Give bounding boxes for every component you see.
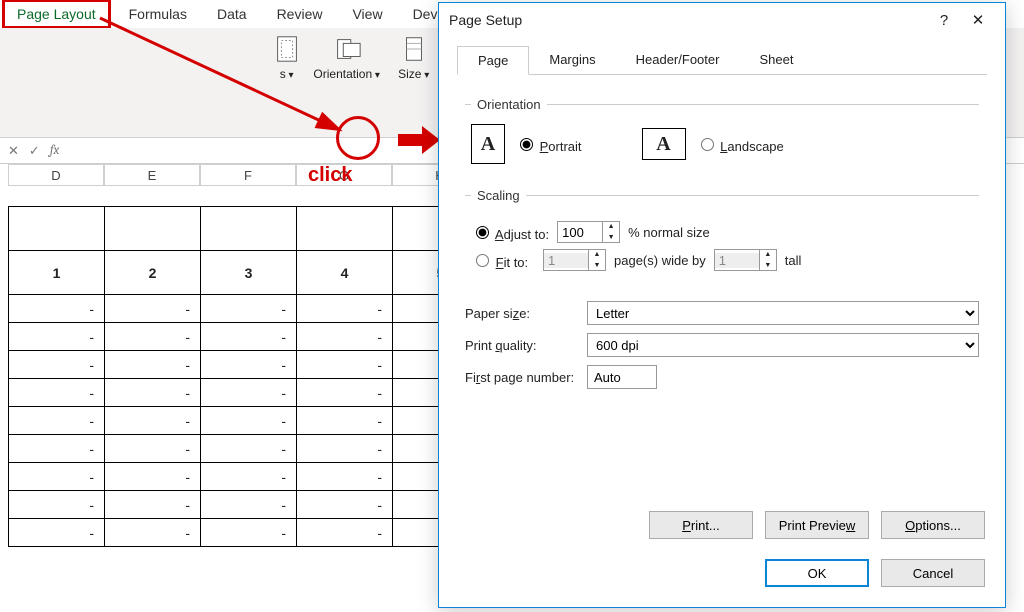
ribbon-size-label: Size [398, 68, 429, 81]
dialog-close-button[interactable]: ✕ [961, 5, 995, 35]
tab-page-layout[interactable]: Page Layout [2, 0, 111, 29]
tab-view[interactable]: View [340, 2, 394, 26]
first-page-number-label: First page number: [465, 370, 575, 385]
tab-formulas[interactable]: Formulas [117, 2, 199, 26]
dialog-tabs: Page Margins Header/Footer Sheet [457, 45, 987, 75]
ribbon-size[interactable]: Size [392, 32, 436, 94]
scaling-group: Scaling Adjust to: ▲▼ % normal size Fit … [465, 188, 979, 281]
landscape-icon: A [642, 128, 686, 160]
print-quality-label: Print quality: [465, 338, 575, 353]
col-header[interactable]: D [8, 164, 104, 186]
cancel-button[interactable]: Cancel [881, 559, 985, 587]
dialog-tab-margins[interactable]: Margins [529, 46, 615, 75]
dialog-help-button[interactable]: ? [927, 5, 961, 35]
margins-icon [270, 32, 304, 66]
paper-size-select[interactable]: Letter [587, 301, 979, 325]
scaling-legend: Scaling [471, 188, 526, 203]
tab-data[interactable]: Data [205, 2, 259, 26]
orientation-legend: Orientation [471, 97, 547, 112]
data-table: 1 2 3 4 5 ---- ---- ---- ---- ---- ---- … [8, 206, 489, 547]
enter-icon[interactable]: ✓ [29, 143, 40, 159]
print-preview-button[interactable]: Print Preview [765, 511, 869, 539]
ok-button[interactable]: OK [765, 559, 869, 587]
table-header: 2 [105, 251, 201, 295]
ribbon-orientation-label: Orientation [313, 68, 380, 81]
orientation-group: Orientation A Portrait A Landscape [465, 97, 979, 168]
landscape-radio[interactable]: Landscape [696, 135, 784, 154]
ribbon-orientation[interactable]: Orientation [312, 32, 382, 94]
adjust-to-radio[interactable]: Adjust to: [471, 223, 549, 242]
size-icon [397, 32, 431, 66]
paper-size-label: Paper size: [465, 306, 575, 321]
fx-icon[interactable]: fx [50, 143, 60, 158]
pages-wide-by-label: page(s) wide by [614, 253, 706, 268]
dialog-tab-page[interactable]: Page [457, 46, 529, 75]
dialog-tab-sheet[interactable]: Sheet [739, 46, 813, 75]
normal-size-label: % normal size [628, 225, 710, 240]
fit-wide-spinner[interactable]: ▲▼ [543, 249, 606, 271]
orientation-icon [330, 32, 364, 66]
first-page-number-input[interactable] [587, 365, 657, 389]
print-button[interactable]: Print... [649, 511, 753, 539]
table-header: 1 [9, 251, 105, 295]
print-quality-select[interactable]: 600 dpi [587, 333, 979, 357]
page-setup-dialog: Page Setup ? ✕ Page Margins Header/Foote… [438, 2, 1006, 608]
col-header[interactable]: G [296, 164, 392, 186]
adjust-percent-spinner[interactable]: ▲▼ [557, 221, 620, 243]
options-button[interactable]: Options... [881, 511, 985, 539]
ribbon-margins-label: s [280, 68, 294, 81]
dialog-title: Page Setup [449, 12, 522, 28]
col-header[interactable]: E [104, 164, 200, 186]
fit-to-radio[interactable]: Fit to: [471, 251, 535, 270]
cancel-icon[interactable]: ✕ [8, 143, 19, 159]
table-header: 4 [297, 251, 393, 295]
dialog-tab-header-footer[interactable]: Header/Footer [616, 46, 740, 75]
fit-tall-spinner[interactable]: ▲▼ [714, 249, 777, 271]
portrait-radio[interactable]: Portrait [515, 135, 582, 154]
tall-label: tall [785, 253, 802, 268]
tab-review[interactable]: Review [265, 2, 335, 26]
portrait-icon: A [471, 124, 505, 164]
ribbon-margins[interactable]: s [272, 32, 302, 94]
table-header: 3 [201, 251, 297, 295]
col-header[interactable]: F [200, 164, 296, 186]
